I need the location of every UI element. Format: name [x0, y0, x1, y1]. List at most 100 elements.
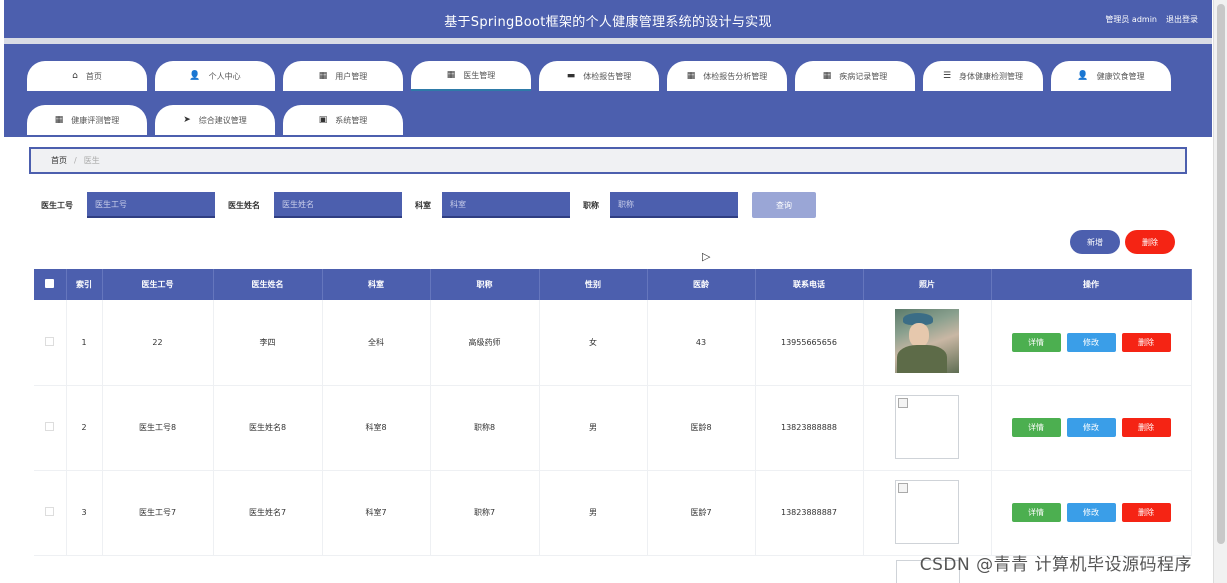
department-input[interactable]: [442, 192, 570, 218]
table-header-row: 索引 医生工号 医生姓名 科室 职称 性别 医龄 联系电话 照片 操作: [34, 269, 1192, 300]
nav-tab-label: 系统管理: [335, 115, 368, 125]
cell-photo: [863, 470, 992, 556]
nav-tab-system-management[interactable]: ▣ 系统管理: [283, 105, 403, 135]
row-select-cell[interactable]: [34, 385, 67, 471]
edit-button[interactable]: 修改: [1066, 503, 1116, 522]
batch-delete-button[interactable]: 删除: [1125, 230, 1175, 254]
table-row: 2 医生工号8 医生姓名8 科室8 职称8 男 医龄8 13823888888 …: [34, 385, 1192, 471]
nav-tab-label: 体检报告管理: [583, 71, 632, 81]
home-icon: ⌂: [72, 71, 78, 81]
nav-tab-label: 综合建议管理: [198, 115, 247, 125]
nav-tab-disease-records[interactable]: ▦ 疾病记录管理: [795, 61, 915, 91]
cell-doctor-name: 李四: [213, 300, 323, 386]
column-header: 科室: [322, 269, 431, 300]
delete-button[interactable]: 删除: [1121, 418, 1171, 437]
nav-tab-health-evaluation[interactable]: ▦ 健康评测管理: [27, 105, 147, 135]
grid-icon: ▦: [686, 71, 696, 81]
vertical-scrollbar[interactable]: [1213, 0, 1227, 583]
grid-icon: ▦: [822, 71, 832, 81]
grid-icon: ▦: [446, 70, 456, 80]
cell-title: 职称8: [430, 385, 540, 471]
title-input[interactable]: [610, 192, 738, 218]
nav-tab-healthy-diet[interactable]: 👤 健康饮食管理: [1051, 61, 1171, 91]
cell-actions: 详情 修改 删除: [991, 300, 1192, 386]
doctor-photo: [895, 309, 959, 374]
grid-icon: ▦: [318, 71, 328, 81]
nav-tab-label: 个人中心: [208, 71, 241, 81]
cell-index: 1: [66, 300, 103, 386]
grid-icon: ▦: [54, 115, 64, 125]
cell-actions: 详情 修改 删除: [991, 385, 1192, 471]
edit-button[interactable]: 修改: [1066, 418, 1116, 437]
nav-tab-user-management[interactable]: ▦ 用户管理: [283, 61, 403, 91]
doctor-table: 索引 医生工号 医生姓名 科室 职称 性别 医龄 联系电话 照片 操作 1 22…: [34, 269, 1192, 556]
app-title: 基于SpringBoot框架的个人健康管理系统的设计与实现: [444, 15, 772, 30]
select-all-checkbox[interactable]: [45, 279, 55, 288]
delete-button[interactable]: 删除: [1121, 503, 1171, 522]
cell-department: 科室8: [322, 385, 431, 471]
cell-department: 科室7: [322, 470, 431, 556]
detail-button[interactable]: 详情: [1011, 332, 1061, 352]
add-button[interactable]: 新增: [1070, 230, 1120, 254]
watermark: CSDN @青青 计算机毕设源码程序: [919, 555, 1192, 575]
row-checkbox[interactable]: [45, 422, 55, 431]
column-header: 操作: [991, 269, 1192, 300]
cell-index: 3: [66, 470, 103, 556]
cell-doctor-name: 医生姓名7: [213, 470, 323, 556]
breadcrumb-current: 医生: [83, 156, 100, 165]
logout-link[interactable]: 退出登录: [1166, 14, 1198, 25]
briefcase-icon: ▣: [318, 115, 328, 125]
nav-tab-doctor-management[interactable]: ▦ 医生管理: [411, 61, 531, 91]
select-all-cell[interactable]: [34, 269, 67, 300]
nav-tab-home[interactable]: ⌂ 首页: [27, 61, 147, 91]
doctor-id-label: 医生工号: [41, 201, 73, 210]
briefcase-icon: ▬: [566, 71, 576, 81]
cell-department: 全科: [322, 300, 431, 386]
top-bar: 基于SpringBoot框架的个人健康管理系统的设计与实现 管理员 admin …: [4, 0, 1212, 38]
row-select-cell[interactable]: [34, 470, 67, 556]
cell-phone: 13955665656: [755, 300, 864, 386]
table-row: 1 22 李四 全科 高级药师 女 43 13955665656 详情 修改 删…: [34, 300, 1192, 386]
cell-gender: 男: [539, 385, 648, 471]
edit-button[interactable]: 修改: [1066, 332, 1116, 352]
cell-phone: 13823888888: [755, 385, 864, 471]
cell-years: 医龄8: [647, 385, 756, 471]
cell-phone: 13823888887: [755, 470, 864, 556]
nav-tab-personal-center[interactable]: 👤 个人中心: [155, 61, 275, 91]
nav-tab-checkup-report[interactable]: ▬ 体检报告管理: [539, 61, 659, 91]
cell-doctor-id: 医生工号7: [102, 470, 214, 556]
cell-doctor-name: 医生姓名8: [213, 385, 323, 471]
cell-years: 43: [647, 300, 756, 386]
app-page: 基于SpringBoot框架的个人健康管理系统的设计与实现 管理员 admin …: [4, 0, 1212, 583]
doctor-id-input[interactable]: [87, 192, 215, 218]
detail-button[interactable]: 详情: [1011, 418, 1061, 437]
nav-tab-label: 医生管理: [463, 70, 496, 80]
send-icon: ➤: [183, 115, 191, 125]
doctor-name-label: 医生姓名: [228, 201, 260, 210]
column-header: 职称: [430, 269, 540, 300]
column-header: 医生姓名: [213, 269, 323, 300]
cell-years: 医龄7: [647, 470, 756, 556]
nav-tab-report-analysis[interactable]: ▦ 体检报告分析管理: [667, 61, 787, 91]
department-label: 科室: [415, 201, 431, 210]
search-button[interactable]: 查询: [752, 192, 816, 218]
nav-tab-label: 体检报告分析管理: [703, 71, 768, 81]
column-header: 索引: [66, 269, 103, 300]
broken-image-icon: [895, 479, 959, 544]
detail-button[interactable]: 详情: [1011, 503, 1061, 522]
row-checkbox[interactable]: [45, 336, 55, 346]
delete-button[interactable]: 删除: [1121, 332, 1171, 352]
mouse-cursor-icon: ▷: [702, 250, 711, 263]
scrollbar-thumb[interactable]: [1217, 4, 1225, 544]
column-header: 医龄: [647, 269, 756, 300]
doctor-name-input[interactable]: [274, 192, 402, 218]
row-select-cell[interactable]: [34, 300, 67, 386]
nav-tab-advice-management[interactable]: ➤ 综合建议管理: [155, 105, 275, 135]
nav-tab-body-health-check[interactable]: ☰ 身体健康检测管理: [923, 61, 1043, 91]
cell-gender: 女: [539, 300, 648, 386]
breadcrumb-home[interactable]: 首页: [51, 155, 67, 166]
user-label: 管理员 admin: [1105, 15, 1157, 24]
sliders-icon: ☰: [942, 71, 952, 81]
row-checkbox[interactable]: [45, 507, 55, 516]
nav-tab-label: 健康饮食管理: [1096, 71, 1145, 81]
